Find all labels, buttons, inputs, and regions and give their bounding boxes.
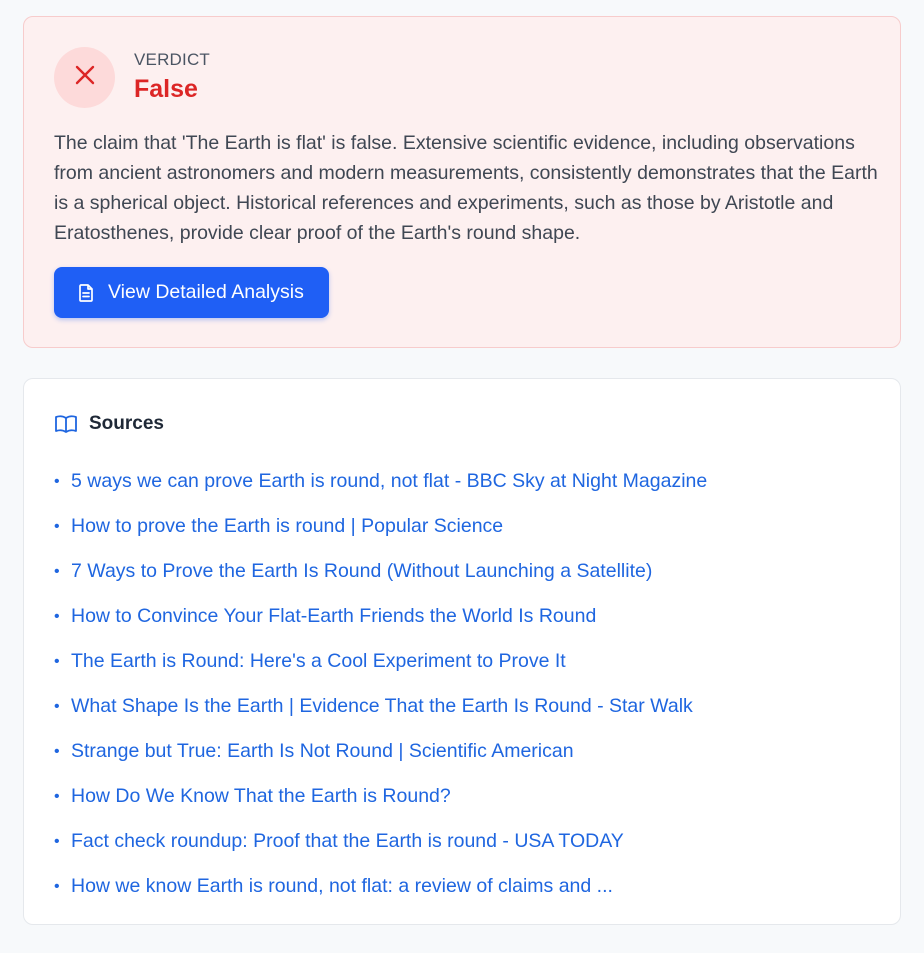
bullet: •	[54, 832, 60, 850]
source-link[interactable]: Fact check roundup: Proof that the Earth…	[71, 830, 624, 853]
verdict-card: VERDICT False The claim that 'The Earth …	[23, 16, 901, 348]
bullet: •	[54, 607, 60, 625]
list-item: • How we know Earth is round, not flat: a…	[54, 864, 707, 909]
list-item: • The Earth is Round: Here's a Cool Exper…	[54, 639, 707, 684]
bullet: •	[54, 742, 60, 760]
view-detailed-analysis-label: View Detailed Analysis	[108, 281, 304, 303]
sources-title: Sources	[89, 413, 164, 434]
bullet: •	[54, 652, 60, 670]
sources-list: • 5 ways we can prove Earth is round, not…	[54, 459, 707, 909]
book-icon	[54, 414, 78, 434]
bullet: •	[54, 562, 60, 580]
bullet: •	[54, 517, 60, 535]
verdict-label: VERDICT	[134, 50, 211, 69]
document-icon	[76, 283, 96, 303]
source-link[interactable]: 7 Ways to Prove the Earth Is Round (With…	[71, 560, 652, 583]
list-item: • Strange but True: Earth Is Not Round | …	[54, 729, 707, 774]
source-link[interactable]: 5 ways we can prove Earth is round, not …	[71, 470, 707, 493]
verdict-value: False	[134, 75, 198, 103]
source-link[interactable]: Strange but True: Earth Is Not Round | S…	[71, 740, 574, 763]
list-item: • Fact check roundup: Proof that the Eart…	[54, 819, 707, 864]
sources-header: Sources	[54, 413, 164, 435]
list-item: • How to prove the Earth is round | Popul…	[54, 504, 707, 549]
bullet: •	[54, 472, 60, 490]
verdict-status-badge	[54, 47, 115, 108]
source-link[interactable]: How we know Earth is round, not flat: a …	[71, 875, 613, 898]
source-link[interactable]: How Do We Know That the Earth is Round?	[71, 785, 451, 808]
list-item: • What Shape Is the Earth | Evidence That…	[54, 684, 707, 729]
view-detailed-analysis-button[interactable]: View Detailed Analysis	[54, 267, 329, 318]
close-icon	[74, 64, 96, 91]
bullet: •	[54, 697, 60, 715]
sources-card: Sources • 5 ways we can prove Earth is ro…	[23, 378, 901, 925]
source-link[interactable]: How to prove the Earth is round | Popula…	[71, 515, 503, 538]
source-link[interactable]: How to Convince Your Flat-Earth Friends …	[71, 605, 596, 628]
source-link[interactable]: The Earth is Round: Here's a Cool Experi…	[71, 650, 566, 673]
bullet: •	[54, 877, 60, 895]
list-item: • 7 Ways to Prove the Earth Is Round (Wit…	[54, 549, 707, 594]
list-item: • How Do We Know That the Earth is Round?	[54, 774, 707, 819]
source-link[interactable]: What Shape Is the Earth | Evidence That …	[71, 695, 693, 718]
list-item: • How to Convince Your Flat-Earth Friends…	[54, 594, 707, 639]
list-item: • 5 ways we can prove Earth is round, not…	[54, 459, 707, 504]
bullet: •	[54, 787, 60, 805]
verdict-explanation: The claim that 'The Earth is flat' is fa…	[54, 132, 878, 244]
